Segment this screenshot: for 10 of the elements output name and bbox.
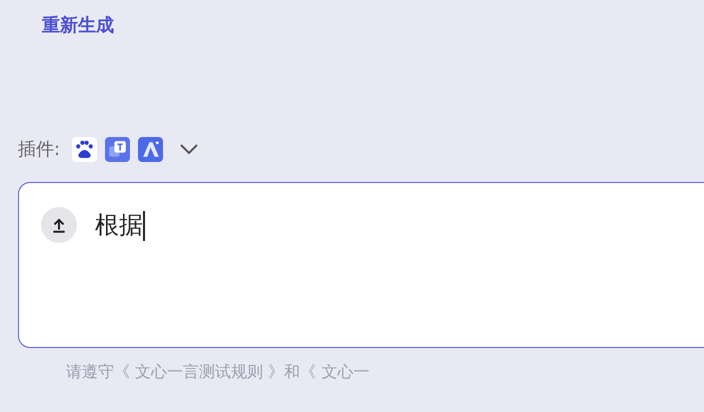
upload-button[interactable] [41,207,77,243]
input-text: 根据 [95,210,143,241]
chevron-down-icon[interactable] [179,143,200,155]
stacked-squares-icon[interactable] [105,136,130,162]
input-field[interactable]: 根据 [18,182,704,348]
plugins-label: 插件: [18,138,60,161]
regenerate-link[interactable]: 重新生成 [42,15,114,36]
terms-notice: 请遵守《 文心一言测试规则 》和《 文心一 [66,362,370,381]
text-cursor [143,211,145,241]
paw-icon[interactable] [72,136,98,162]
